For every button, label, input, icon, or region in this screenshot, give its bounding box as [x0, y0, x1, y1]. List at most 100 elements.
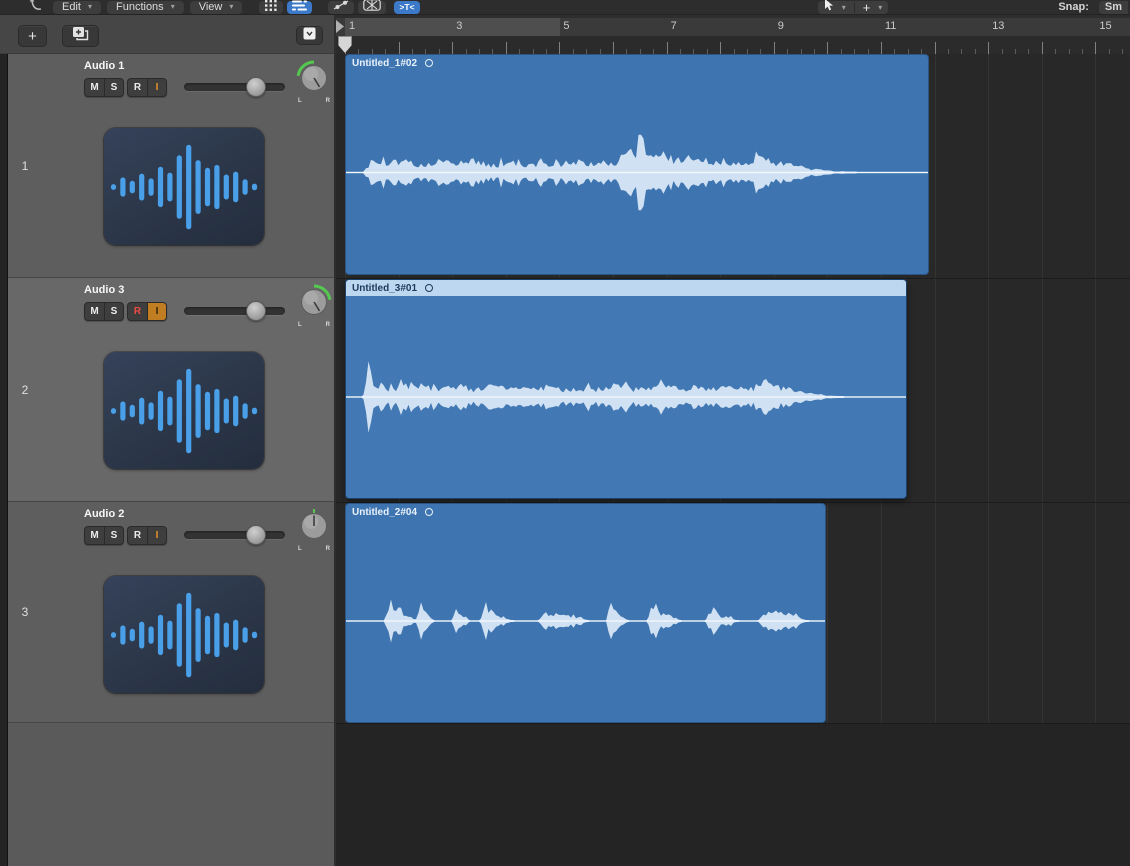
solo-button[interactable]: S — [104, 527, 123, 544]
mute-button[interactable]: M — [85, 303, 104, 320]
volume-slider-groove — [184, 83, 285, 91]
catch-playhead-button[interactable]: >T< — [394, 0, 420, 14]
add-track-button[interactable]: + — [18, 25, 47, 47]
track-header-config-button[interactable] — [296, 26, 323, 45]
ruler-tick — [881, 42, 882, 54]
mute-button[interactable]: M — [85, 79, 104, 96]
view-menu[interactable]: View ▾ — [189, 0, 243, 14]
crosshair-tool-icon[interactable]: + — [863, 1, 871, 14]
grid-view-button[interactable] — [259, 0, 284, 14]
ruler-bar-number: 5 — [563, 20, 570, 32]
ruler-tick — [613, 42, 614, 54]
ruler-tick — [492, 49, 494, 54]
chevron-down-icon: ▾ — [87, 1, 92, 11]
ruler-tick — [854, 49, 856, 54]
track-header-1[interactable]: 1 Audio 1 M S R I L R — [8, 54, 334, 278]
waveform — [346, 134, 928, 211]
chevron-down-icon: ▾ — [229, 1, 234, 11]
input-monitor-button[interactable]: I — [147, 79, 166, 96]
ruler-tick — [988, 42, 990, 54]
track-name: Audio 2 — [84, 508, 125, 520]
solo-button[interactable]: S — [104, 79, 123, 96]
region-name: Untitled_3#01 — [352, 282, 418, 294]
snap-value-dropdown[interactable]: Sm — [1098, 0, 1128, 14]
bar-ruler[interactable]: 1 3 5 7 9 11 13 15 — [336, 18, 1130, 54]
volume-slider-groove — [184, 531, 285, 539]
ruler-bar-number: 11 — [885, 20, 897, 32]
ruler-tick — [1095, 42, 1097, 54]
ruler-tick — [572, 49, 574, 54]
track-header-column: 1 Audio 1 M S R I L R 2 Audio 3 M S R I … — [0, 54, 334, 866]
volume-slider[interactable] — [184, 301, 285, 321]
pan-knob[interactable]: L R — [294, 282, 334, 330]
solo-button[interactable]: S — [104, 303, 123, 320]
view-menu-label: View — [198, 1, 223, 13]
automation-button[interactable] — [328, 0, 355, 14]
audio-region-untitled-3[interactable]: Untitled_3#01 — [345, 279, 907, 499]
pan-right-label: R — [325, 546, 330, 552]
chevron-down-icon[interactable]: ▾ — [842, 3, 846, 12]
ruler-tick — [1001, 49, 1003, 54]
ruler-tick — [706, 49, 708, 54]
ruler-tick — [921, 49, 923, 54]
ruler-tick — [867, 49, 869, 54]
ruler-tick — [626, 49, 628, 54]
track-lanes[interactable]: Untitled_1#02 Untitled_3#01 Untitled_2#0… — [336, 54, 1130, 866]
ruler-tick — [546, 49, 547, 54]
track-list-view-button[interactable] — [287, 0, 313, 16]
playhead-top-arrow-icon[interactable] — [336, 20, 344, 33]
record-enable-button[interactable]: R — [128, 303, 147, 320]
track-header-3[interactable]: 3 Audio 2 M S R I L R — [8, 502, 334, 723]
track-number: 2 — [21, 382, 29, 397]
ruler-tick — [452, 42, 454, 54]
volume-slider-knob[interactable] — [246, 301, 266, 321]
ruler-tick — [720, 42, 722, 54]
loop-circle-icon[interactable] — [425, 59, 434, 67]
track-header-2[interactable]: 2 Audio 3 M S R I L R — [8, 278, 334, 502]
ruler-tick-band — [336, 36, 1130, 54]
volume-slider-knob[interactable] — [246, 525, 266, 545]
audio-region-untitled-2[interactable]: Untitled_2#04 — [345, 503, 826, 723]
ruler-bar-number: 1 — [349, 20, 356, 32]
track-artwork — [104, 352, 264, 469]
region-name: Untitled_2#04 — [352, 506, 418, 518]
window-edge-strip — [0, 54, 8, 866]
audio-region-untitled-1[interactable]: Untitled_1#02 — [345, 54, 929, 275]
loop-circle-icon[interactable] — [425, 508, 434, 516]
chevron-down-icon[interactable]: ▾ — [878, 3, 882, 12]
track-artwork — [104, 128, 264, 245]
edit-menu[interactable]: Edit ▾ — [53, 0, 101, 14]
ruler-tick — [371, 49, 373, 54]
input-monitor-button[interactable]: I — [147, 303, 166, 320]
volume-slider[interactable] — [184, 525, 285, 545]
ruler-tick — [586, 49, 588, 54]
duplicate-track-button[interactable] — [62, 25, 99, 47]
ruler-tick — [1015, 49, 1016, 54]
ruler-tick — [425, 49, 427, 54]
catch-playhead-icon: >T< — [399, 2, 415, 12]
functions-menu[interactable]: Functions ▾ — [106, 0, 184, 14]
record-enable-button[interactable]: R — [128, 79, 147, 96]
volume-slider-knob[interactable] — [246, 77, 266, 97]
ruler-tick — [559, 42, 561, 54]
mute-button[interactable]: M — [85, 527, 104, 544]
region-header: Untitled_2#04 — [346, 504, 825, 520]
track-number: 3 — [21, 605, 29, 619]
pan-knob[interactable]: L R — [294, 58, 334, 106]
list-lines-icon — [292, 0, 308, 16]
chevron-down-icon: ▾ — [170, 1, 175, 11]
volume-slider[interactable] — [184, 77, 285, 97]
input-monitor-button[interactable]: I — [147, 527, 166, 544]
pan-knob[interactable]: L R — [294, 506, 334, 554]
bar-gridline — [1041, 54, 1043, 723]
ruler-tick — [827, 42, 829, 54]
ruler-tick — [505, 42, 507, 54]
divider — [853, 1, 855, 13]
record-enable-button[interactable]: R — [128, 527, 147, 544]
pointer-tool-icon[interactable] — [824, 0, 834, 16]
flex-button[interactable] — [358, 0, 387, 14]
curved-arrow-icon[interactable] — [28, 0, 44, 17]
pan-left-label: L — [298, 322, 302, 328]
loop-circle-icon[interactable] — [425, 284, 434, 292]
track-header-toolbar: + — [0, 15, 334, 54]
